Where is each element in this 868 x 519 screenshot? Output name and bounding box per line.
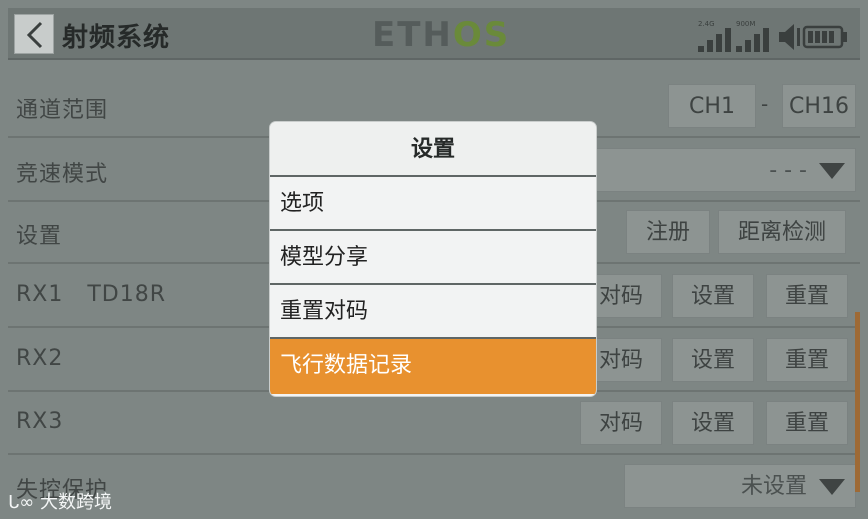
menu-item-options[interactable]: 选项 xyxy=(270,177,596,231)
race-mode-dropdown[interactable]: - - - xyxy=(596,148,856,192)
menu-item-reset-bind[interactable]: 重置对码 xyxy=(270,285,596,339)
failsafe-row: 失控保护 未设置 xyxy=(8,456,860,518)
register-button[interactable]: 注册 xyxy=(626,210,710,254)
rx3-label: RX3 xyxy=(16,409,64,434)
back-button[interactable] xyxy=(14,14,54,54)
rf-system-screen: 射频系统 ETHOS 2.4G 900M 通道范围 CH1 - CH16 竞速模… xyxy=(0,0,868,519)
rx3-row: RX3 对码 设置 重置 xyxy=(8,393,860,455)
channel-end-field[interactable]: CH16 xyxy=(782,84,856,128)
menu-item-model-share[interactable]: 模型分享 xyxy=(270,231,596,285)
ethos-logo: ETHOS xyxy=(372,15,511,55)
channel-start-field[interactable]: CH1 xyxy=(668,84,756,128)
rx2-reset-button[interactable]: 重置 xyxy=(766,338,848,382)
settings-popup-menu: 设置 选项 模型分享 重置对码 飞行数据记录 xyxy=(270,122,596,396)
rx3-reset-button[interactable]: 重置 xyxy=(766,401,848,445)
speaker-icon xyxy=(779,24,800,50)
rx2-setup-button[interactable]: 设置 xyxy=(672,338,754,382)
battery-icon xyxy=(802,25,847,49)
chevron-down-icon xyxy=(819,479,845,495)
svg-text:900M: 900M xyxy=(736,20,755,28)
rx1-reset-button[interactable]: 重置 xyxy=(766,274,848,318)
scrollbar[interactable] xyxy=(855,312,860,492)
watermark-text: 大数跨境 xyxy=(40,492,113,513)
channel-range-label: 通道范围 xyxy=(16,98,109,123)
rx3-setup-button[interactable]: 设置 xyxy=(672,401,754,445)
race-mode-label: 竞速模式 xyxy=(16,162,109,187)
watermark: ᒐ∞ 大数跨境 xyxy=(8,488,112,514)
channel-range-separator: - xyxy=(761,92,769,116)
menu-item-flight-log[interactable]: 飞行数据记录 xyxy=(270,339,596,394)
header-bar: 射频系统 ETHOS 2.4G 900M xyxy=(8,8,860,60)
signal-900m-icon: 900M xyxy=(736,20,769,52)
failsafe-value: 未设置 xyxy=(740,474,807,499)
svg-text:2.4G: 2.4G xyxy=(698,20,715,28)
rx1-label: RX1 TD18R xyxy=(16,282,166,307)
watermark-logo-icon: ᒐ∞ xyxy=(8,492,41,513)
chevron-down-icon xyxy=(819,163,845,179)
status-icons: 2.4G 900M xyxy=(696,18,856,54)
rx2-label: RX2 xyxy=(16,346,64,371)
popup-title: 设置 xyxy=(270,122,596,177)
failsafe-dropdown[interactable]: 未设置 xyxy=(624,464,856,508)
settings-label: 设置 xyxy=(16,224,63,249)
race-mode-value: - - - xyxy=(769,158,807,183)
range-check-button[interactable]: 距离检测 xyxy=(718,210,846,254)
chevron-left-icon xyxy=(26,21,43,49)
rx1-setup-button[interactable]: 设置 xyxy=(672,274,754,318)
rx3-bind-button[interactable]: 对码 xyxy=(580,401,662,445)
page-title: 射频系统 xyxy=(62,23,171,53)
